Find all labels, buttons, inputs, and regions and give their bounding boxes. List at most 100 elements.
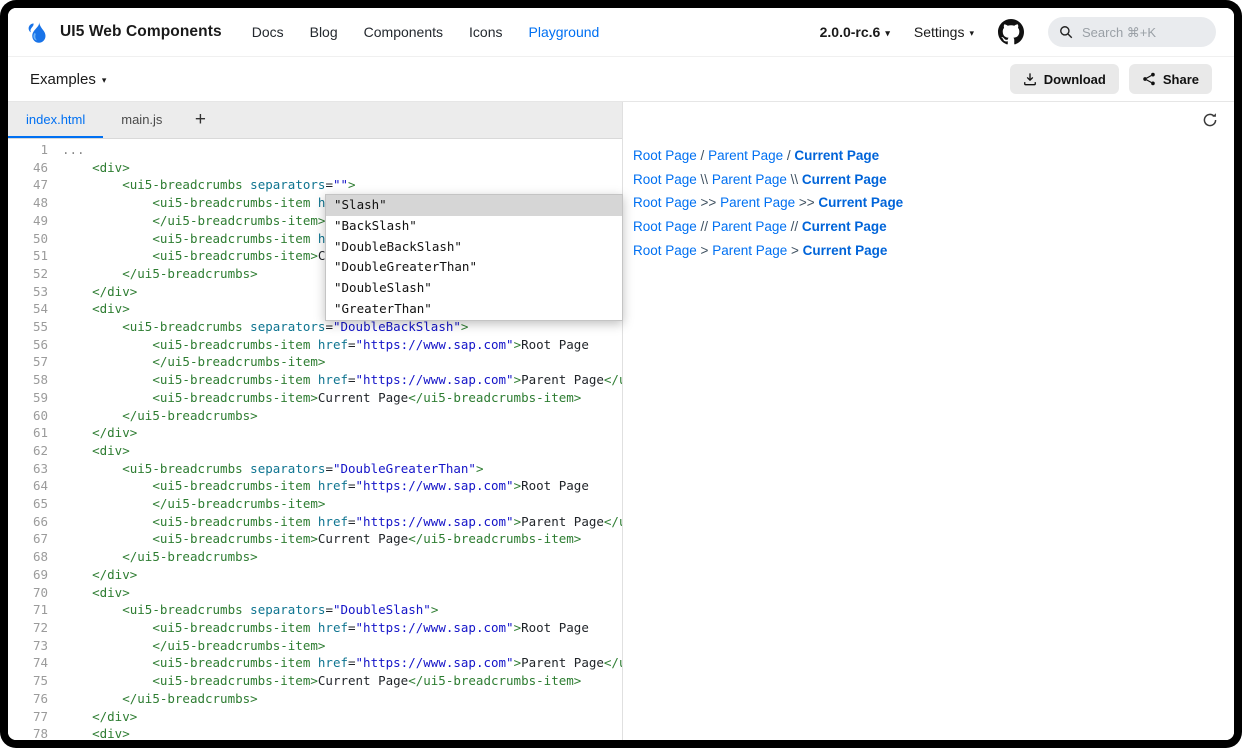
breadcrumb-separator: \\: [697, 172, 712, 187]
line-number: 50: [8, 230, 62, 248]
code-line[interactable]: 64 <ui5-breadcrumbs-item href="https://w…: [8, 477, 622, 495]
code-line[interactable]: 1...: [8, 141, 622, 159]
breadcrumb-current: Current Page: [794, 148, 879, 163]
search-box[interactable]: [1048, 17, 1216, 47]
code-line[interactable]: 59 <ui5-breadcrumbs-item>Current Page</u…: [8, 389, 622, 407]
breadcrumb-link[interactable]: Root Page: [633, 148, 697, 163]
refresh-icon: [1202, 112, 1218, 128]
code-line[interactable]: 74 <ui5-breadcrumbs-item href="https://w…: [8, 654, 622, 672]
editor-tabbar: index.html main.js +: [8, 102, 622, 139]
code-line[interactable]: 61 </div>: [8, 424, 622, 442]
breadcrumb-separator: /: [783, 148, 794, 163]
code-line[interactable]: 78 <div>: [8, 725, 622, 740]
nav-blog[interactable]: Blog: [310, 24, 338, 40]
brand[interactable]: UI5 Web Components: [26, 20, 222, 45]
code-line[interactable]: 68 </ui5-breadcrumbs>: [8, 548, 622, 566]
download-label: Download: [1044, 72, 1106, 87]
code-line[interactable]: 57 </ui5-breadcrumbs-item>: [8, 353, 622, 371]
breadcrumb-link[interactable]: Parent Page: [712, 243, 787, 258]
breadcrumb-separator: \\: [787, 172, 802, 187]
line-number: 59: [8, 389, 62, 407]
breadcrumb-link[interactable]: Root Page: [633, 195, 697, 210]
code-editor-pane: index.html main.js + 1...46 <div>47 <ui5…: [8, 102, 623, 740]
breadcrumb-current: Current Page: [803, 243, 888, 258]
breadcrumb-link[interactable]: Root Page: [633, 219, 697, 234]
settings-label: Settings: [914, 24, 965, 40]
breadcrumb-separator: /: [697, 148, 708, 163]
add-tab-button[interactable]: +: [180, 102, 220, 138]
code-line[interactable]: 77 </div>: [8, 708, 622, 726]
breadcrumb-separator: >>: [697, 195, 720, 210]
code-line[interactable]: 65 </ui5-breadcrumbs-item>: [8, 495, 622, 513]
line-number: 72: [8, 619, 62, 637]
tab-main-js[interactable]: main.js: [103, 102, 180, 138]
nav-docs[interactable]: Docs: [252, 24, 284, 40]
line-number: 63: [8, 460, 62, 478]
code-line[interactable]: 72 <ui5-breadcrumbs-item href="https://w…: [8, 619, 622, 637]
breadcrumb-separator: >: [697, 243, 712, 258]
autocomplete-item[interactable]: "GreaterThan": [326, 299, 622, 320]
code-line[interactable]: 62 <div>: [8, 442, 622, 460]
line-number: 69: [8, 566, 62, 584]
nav-components[interactable]: Components: [364, 24, 443, 40]
code-line[interactable]: 75 <ui5-breadcrumbs-item>Current Page</u…: [8, 672, 622, 690]
share-icon: [1142, 72, 1156, 86]
autocomplete-item[interactable]: "BackSlash": [326, 216, 622, 237]
chevron-down-icon: ▾: [102, 75, 107, 86]
line-number: 66: [8, 513, 62, 531]
code-line[interactable]: 60 </ui5-breadcrumbs>: [8, 407, 622, 425]
autocomplete-item[interactable]: "Slash": [326, 195, 622, 216]
code-line[interactable]: 67 <ui5-breadcrumbs-item>Current Page</u…: [8, 530, 622, 548]
code-line[interactable]: 69 </div>: [8, 566, 622, 584]
breadcrumb-link[interactable]: Root Page: [633, 243, 697, 258]
breadcrumb-separator: //: [787, 219, 802, 234]
line-number: 46: [8, 159, 62, 177]
code-line[interactable]: 66 <ui5-breadcrumbs-item href="https://w…: [8, 513, 622, 531]
settings-dropdown[interactable]: Settings ▾: [914, 24, 974, 40]
line-number: 75: [8, 672, 62, 690]
line-number: 61: [8, 424, 62, 442]
code-line[interactable]: 63 <ui5-breadcrumbs separators="DoubleGr…: [8, 460, 622, 478]
line-number: 68: [8, 548, 62, 566]
breadcrumb-link[interactable]: Parent Page: [708, 148, 783, 163]
chevron-down-icon: ▾: [969, 28, 974, 39]
examples-dropdown[interactable]: Examples ▾: [30, 71, 106, 88]
github-icon[interactable]: [998, 19, 1024, 45]
code-line[interactable]: 76 </ui5-breadcrumbs>: [8, 690, 622, 708]
code-line[interactable]: 70 <div>: [8, 584, 622, 602]
autocomplete-item[interactable]: "DoubleBackSlash": [326, 237, 622, 258]
code-line[interactable]: 73 </ui5-breadcrumbs-item>: [8, 637, 622, 655]
main-nav: Docs Blog Components Icons Playground: [252, 24, 600, 40]
nav-playground[interactable]: Playground: [529, 24, 600, 40]
toolbar-actions: Download Share: [1010, 64, 1212, 94]
main-area: index.html main.js + 1...46 <div>47 <ui5…: [8, 102, 1234, 740]
breadcrumb-link[interactable]: Root Page: [633, 172, 697, 187]
line-number: 64: [8, 477, 62, 495]
version-dropdown[interactable]: 2.0.0-rc.6 ▾: [820, 24, 890, 40]
code-line[interactable]: 71 <ui5-breadcrumbs separators="DoubleSl…: [8, 601, 622, 619]
code-line[interactable]: 47 <ui5-breadcrumbs separators="">: [8, 176, 622, 194]
nav-icons[interactable]: Icons: [469, 24, 502, 40]
autocomplete-item[interactable]: "DoubleSlash": [326, 278, 622, 299]
breadcrumb-link[interactable]: Parent Page: [720, 195, 795, 210]
breadcrumb-current: Current Page: [802, 172, 887, 187]
examples-label: Examples: [30, 71, 96, 88]
breadcrumb-link[interactable]: Parent Page: [712, 219, 787, 234]
line-number: 76: [8, 690, 62, 708]
search-input[interactable]: [1080, 24, 1194, 41]
code-line[interactable]: 46 <div>: [8, 159, 622, 177]
share-button[interactable]: Share: [1129, 64, 1212, 94]
app-window: UI5 Web Components Docs Blog Components …: [0, 0, 1242, 748]
line-number: 73: [8, 637, 62, 655]
code-line[interactable]: 56 <ui5-breadcrumbs-item href="https://w…: [8, 336, 622, 354]
line-number: 58: [8, 371, 62, 389]
refresh-button[interactable]: [1200, 110, 1220, 130]
autocomplete-item[interactable]: "DoubleGreaterThan": [326, 257, 622, 278]
download-button[interactable]: Download: [1010, 64, 1119, 94]
line-number: 52: [8, 265, 62, 283]
code-line[interactable]: 58 <ui5-breadcrumbs-item href="https://w…: [8, 371, 622, 389]
breadcrumb: Root Page > Parent Page > Current Page: [633, 243, 1234, 258]
breadcrumb-separator: //: [697, 219, 712, 234]
breadcrumb-link[interactable]: Parent Page: [712, 172, 787, 187]
tab-index-html[interactable]: index.html: [8, 102, 103, 138]
